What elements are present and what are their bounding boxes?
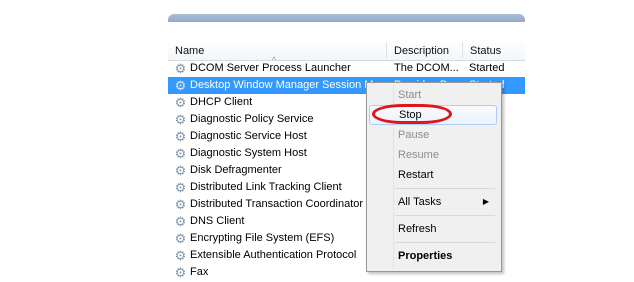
menu-separator (395, 215, 495, 216)
service-name: Desktop Window Manager Session Ma... (190, 79, 388, 91)
service-name: Diagnostic Service Host (190, 130, 307, 142)
gear-icon: ⚙ (174, 146, 187, 161)
service-name: Encrypting File System (EFS) (190, 232, 335, 244)
service-name: Distributed Transaction Coordinator (190, 198, 364, 210)
menu-separator (395, 242, 495, 243)
menu-item-restart[interactable]: Restart (369, 165, 497, 185)
service-name: Diagnostic System Host (190, 147, 307, 159)
chevron-right-icon: ▶ (482, 197, 489, 206)
gear-icon: ⚙ (174, 129, 187, 144)
service-name: Diagnostic Policy Service (190, 113, 314, 125)
menu-item-refresh[interactable]: Refresh (369, 219, 497, 239)
column-header-description[interactable]: Description (387, 40, 462, 60)
menu-item-all-tasks[interactable]: All Tasks ▶ (369, 192, 497, 212)
window-top-bar (168, 14, 525, 22)
service-name: Extensible Authentication Protocol (190, 249, 357, 261)
service-name: Disk Defragmenter (190, 164, 282, 176)
service-description: The DCOM... (394, 62, 459, 74)
menu-item-resume[interactable]: Resume (369, 145, 497, 165)
gear-icon: ⚙ (174, 180, 187, 195)
service-name: Fax (190, 266, 209, 278)
menu-item-all-tasks-label: All Tasks (398, 196, 442, 208)
gear-icon: ⚙ (174, 112, 187, 127)
gear-icon: ⚙ (174, 197, 187, 212)
gear-icon: ⚙ (174, 248, 187, 263)
service-status: Started (469, 62, 505, 74)
gear-icon: ⚙ (174, 265, 187, 280)
service-name: DCOM Server Process Launcher (190, 62, 351, 74)
menu-item-start[interactable]: Start (369, 85, 497, 105)
menu-separator (395, 188, 495, 189)
list-header: ^ Name Description Status (168, 40, 525, 65)
gear-icon: ⚙ (174, 214, 187, 229)
stop-highlight-annotation (372, 104, 452, 124)
gear-icon: ⚙ (174, 61, 187, 76)
column-header-status[interactable]: Status (463, 40, 525, 60)
gear-icon: ⚙ (174, 95, 187, 110)
service-name: Distributed Link Tracking Client (190, 181, 342, 193)
service-name: DNS Client (190, 215, 245, 227)
column-header-name[interactable]: Name (168, 40, 385, 60)
menu-item-pause[interactable]: Pause (369, 125, 497, 145)
gear-icon: ⚙ (174, 231, 187, 246)
service-name: DHCP Client (190, 96, 253, 108)
menu-item-properties[interactable]: Properties (369, 246, 497, 266)
gear-icon: ⚙ (174, 78, 187, 93)
gear-icon: ⚙ (174, 163, 187, 178)
table-row[interactable]: ⚙ DCOM Server Process Launcher The DCOM.… (168, 60, 525, 77)
